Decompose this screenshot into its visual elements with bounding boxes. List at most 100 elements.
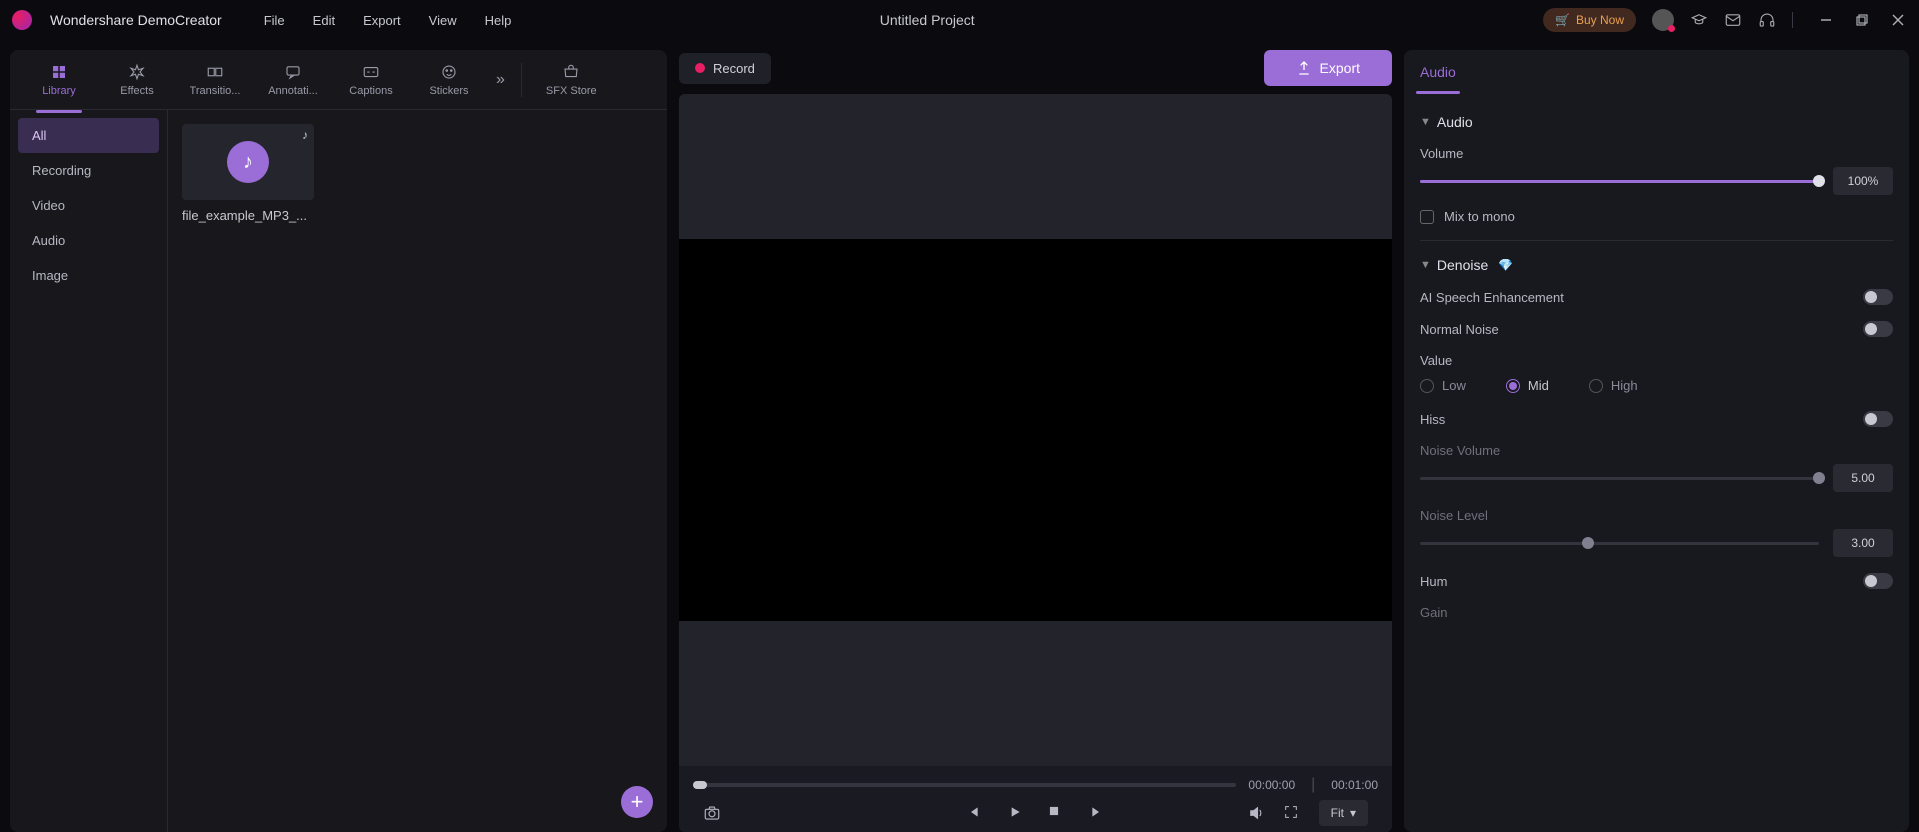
radio-mid-label: Mid (1528, 378, 1549, 393)
buy-now-label: Buy Now (1576, 13, 1624, 27)
fit-dropdown[interactable]: Fit ▾ (1319, 800, 1368, 826)
noise-level-label: Noise Level (1420, 508, 1488, 523)
sfx-store-button[interactable]: SFX Store (530, 55, 613, 105)
letterbox-top (679, 94, 1392, 239)
noise-volume-row: Noise Volume (1420, 443, 1893, 458)
record-label: Record (713, 61, 755, 76)
time-current: 00:00:00 (1248, 778, 1295, 792)
preview-top-controls: Record Export (679, 50, 1392, 86)
gain-row: Gain (1420, 605, 1893, 620)
value-row: Value (1420, 353, 1893, 368)
premium-icon: 💎 (1498, 258, 1513, 272)
tab-library[interactable]: Library (20, 55, 98, 105)
time-separator: | (1311, 776, 1315, 794)
maximize-icon[interactable] (1853, 11, 1871, 29)
export-icon (1296, 60, 1312, 76)
library-sidebar: All Recording Video Audio Image (10, 110, 168, 832)
main-area: Library Effects Transitio... Annotati...… (0, 40, 1919, 832)
library-tabs: Library Effects Transitio... Annotati...… (10, 50, 667, 110)
buy-now-button[interactable]: 🛒 Buy Now (1543, 8, 1636, 32)
play-row: Fit ▾ (693, 804, 1378, 822)
sfx-label: SFX Store (546, 85, 597, 97)
tab-separator (521, 63, 522, 97)
ai-speech-toggle[interactable] (1863, 289, 1893, 305)
caret-down-icon: ▼ (1420, 116, 1431, 128)
hum-toggle[interactable] (1863, 573, 1893, 589)
prev-frame-button[interactable] (967, 804, 985, 822)
tabs-more-button[interactable]: » (488, 63, 513, 97)
normal-noise-toggle[interactable] (1863, 321, 1893, 337)
menu-file[interactable]: File (264, 13, 285, 28)
volume-value[interactable]: 100% (1833, 167, 1893, 195)
fullscreen-button[interactable] (1283, 804, 1301, 822)
volume-label: Volume (1420, 146, 1463, 161)
record-button[interactable]: Record (679, 53, 771, 84)
library-panel: Library Effects Transitio... Annotati...… (10, 50, 667, 832)
radio-mid[interactable]: Mid (1506, 378, 1549, 393)
ai-speech-label: AI Speech Enhancement (1420, 290, 1564, 305)
next-frame-button[interactable] (1087, 804, 1105, 822)
tab-label: Annotati... (268, 85, 318, 97)
transitions-icon (206, 63, 224, 81)
noise-volume-slider[interactable] (1420, 477, 1819, 480)
library-body: All Recording Video Audio Image ♪ file_e… (10, 110, 667, 832)
project-title: Untitled Project (329, 12, 1525, 28)
sidebar-item-audio[interactable]: Audio (18, 223, 159, 258)
seek-slider[interactable] (693, 783, 1236, 787)
title-bar-right: 🛒 Buy Now (1543, 8, 1907, 32)
captions-icon (362, 63, 380, 81)
sidebar-item-recording[interactable]: Recording (18, 153, 159, 188)
hiss-toggle[interactable] (1863, 411, 1893, 427)
noise-level-value[interactable]: 3.00 (1833, 529, 1893, 557)
stop-button[interactable] (1047, 804, 1065, 822)
section-denoise[interactable]: ▼ Denoise 💎 (1420, 257, 1893, 273)
graduation-icon[interactable] (1690, 11, 1708, 29)
library-icon (50, 63, 68, 81)
sidebar-item-image[interactable]: Image (18, 258, 159, 293)
hum-label: Hum (1420, 574, 1447, 589)
tab-label: Captions (349, 85, 392, 97)
title-bar: Wondershare DemoCreator File Edit Export… (0, 0, 1919, 40)
volume-button[interactable] (1247, 804, 1265, 822)
close-icon[interactable] (1889, 11, 1907, 29)
tab-label: Effects (120, 85, 153, 97)
export-label: Export (1320, 60, 1360, 76)
headset-icon[interactable] (1758, 11, 1776, 29)
tab-captions[interactable]: Captions (332, 55, 410, 105)
mix-mono-checkbox[interactable] (1420, 210, 1434, 224)
sidebar-item-all[interactable]: All (18, 118, 159, 153)
normal-noise-row: Normal Noise (1420, 321, 1893, 337)
volume-slider[interactable] (1420, 180, 1819, 183)
preview-column: Record Export 00:00:00 | 00:01:00 (679, 50, 1392, 832)
noise-level-slider-row: 3.00 (1420, 529, 1893, 557)
divider (1792, 12, 1793, 28)
noise-level-slider[interactable] (1420, 542, 1819, 545)
section-audio[interactable]: ▼ Audio (1420, 114, 1893, 130)
media-item[interactable]: ♪ file_example_MP3_... (182, 124, 314, 223)
hiss-label: Hiss (1420, 412, 1445, 427)
tab-annotations[interactable]: Annotati... (254, 55, 332, 105)
play-button[interactable] (1007, 804, 1025, 822)
volume-slider-row: 100% (1420, 167, 1893, 195)
snapshot-button[interactable] (703, 804, 721, 822)
noise-level-row: Noise Level (1420, 508, 1893, 523)
properties-panel: Audio ▼ Audio Volume 100% Mix to mono (1404, 50, 1909, 832)
preview-canvas[interactable] (679, 239, 1392, 621)
minimize-icon[interactable] (1817, 11, 1835, 29)
export-button[interactable]: Export (1264, 50, 1392, 86)
media-thumbnail: ♪ (182, 124, 314, 200)
tab-transitions[interactable]: Transitio... (176, 55, 254, 105)
add-media-button[interactable]: + (621, 786, 653, 818)
tab-effects[interactable]: Effects (98, 55, 176, 105)
user-avatar[interactable] (1652, 9, 1674, 31)
properties-tab-audio[interactable]: Audio (1416, 50, 1460, 94)
volume-row: Volume (1420, 146, 1893, 161)
radio-low[interactable]: Low (1420, 378, 1466, 393)
radio-high[interactable]: High (1589, 378, 1638, 393)
value-radio-group: Low Mid High (1420, 378, 1893, 393)
caret-down-icon: ▼ (1420, 259, 1431, 271)
tab-stickers[interactable]: Stickers (410, 55, 488, 105)
mail-icon[interactable] (1724, 11, 1742, 29)
sidebar-item-video[interactable]: Video (18, 188, 159, 223)
noise-volume-value[interactable]: 5.00 (1833, 464, 1893, 492)
